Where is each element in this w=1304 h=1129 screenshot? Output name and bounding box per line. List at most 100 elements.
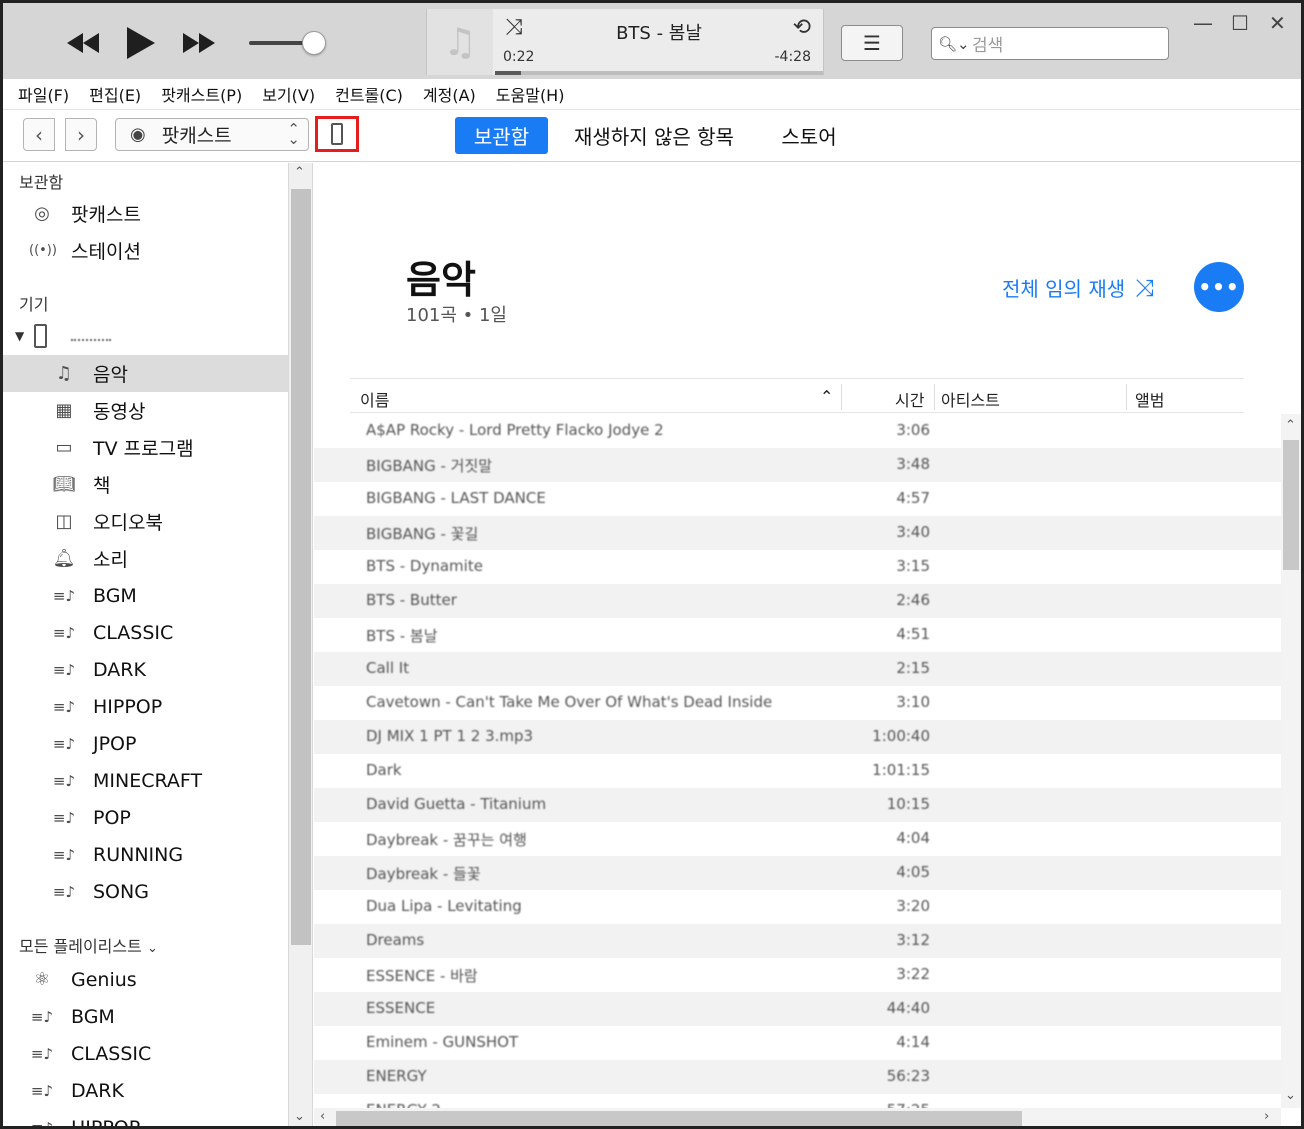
scroll-up-icon[interactable]: ⌃ [294,165,305,180]
rewind-button[interactable] [61,25,105,61]
sidebar-item-bgm[interactable]: ≡♪ BGM [3,998,288,1035]
table-row[interactable]: Dua Lipa - Levitating 3:20 [314,890,1281,924]
sidebar-item-song[interactable]: ≡♪ SONG [3,873,288,910]
track-list-scrollbar[interactable]: ⌃ ⌄ [1281,414,1301,1108]
sidebar-item-음악[interactable]: ♫ 음악 [3,355,288,392]
progress-fill [495,71,522,75]
sidebar-item-label: DARK [93,658,146,681]
tab-library[interactable]: 보관함 [455,117,548,154]
tab-store[interactable]: 스토어 [771,117,847,154]
table-row[interactable]: Call It 2:15 [314,652,1281,686]
table-row[interactable]: BIGBANG - LAST DANCE 4:57 [314,482,1281,516]
device-button[interactable] [315,116,359,152]
sidebar-item-classic[interactable]: ≡♪ CLASSIC [3,614,288,651]
table-row[interactable]: Daybreak - 들꽃 4:05 [314,856,1281,890]
search-placeholder: 검색 [972,36,1004,56]
table-row[interactable]: DJ MIX 1 PT 1 2 3.mp3 1:00:40 [314,720,1281,754]
table-row[interactable]: A$AP Rocky - Lord Pretty Flacko Jodye 2 3… [314,414,1281,448]
forward-button[interactable]: › [65,118,97,151]
play-button[interactable] [119,21,163,65]
menu-help[interactable]: 도움말(H) [496,82,565,106]
table-row[interactable]: BTS - Butter 2:46 [314,584,1281,618]
device-row[interactable]: ▼ [3,317,288,354]
sidebar-item-hippop[interactable]: ≡♪ HIPPOP [3,688,288,725]
shuffle-all-button[interactable]: 전체 임의 재생 ⤨ [1002,273,1154,302]
progress-bar[interactable] [495,71,823,75]
scroll-left-icon[interactable]: ‹ [320,1109,325,1124]
scroll-right-icon[interactable]: › [1264,1109,1269,1124]
remaining-time: -4:28 [774,49,812,65]
table-row[interactable]: David Guetta - Titanium 10:15 [314,788,1281,822]
tab-unplayed[interactable]: 재생하지 않은 항목 [561,117,747,154]
column-header-time[interactable]: 시간 [895,387,924,411]
horizontal-scrollbar[interactable]: ‹ › [314,1108,1281,1126]
column-header-name[interactable]: 이름 [360,387,389,411]
sidebar-item-소리[interactable]: 🔔︎ 소리 [3,540,288,577]
minimize-icon[interactable]: — [1193,11,1213,35]
scroll-down-icon[interactable]: ⌄ [1285,1088,1296,1103]
sidebar-item-bgm[interactable]: ≡♪ BGM [3,577,288,614]
sidebar-item-jpop[interactable]: ≡♪ JPOP [3,725,288,762]
sidebar-header-playlists[interactable]: 모든 플레이리스트 ⌄ [19,933,158,957]
main-content: 음악 101곡 • 1일 전체 임의 재생 ⤨ ••• 이름 ⌃ 시간 아티스트… [314,163,1301,1126]
more-options-button[interactable]: ••• [1194,262,1244,312]
column-header-album[interactable]: 앨범 [1135,387,1164,411]
sidebar-item-minecraft[interactable]: ≡♪ MINECRAFT [3,762,288,799]
track-name: Dark [366,761,402,779]
sidebar-item-tv-프로그램[interactable]: ▭ TV 프로그램 [3,429,288,466]
sort-ascending-icon[interactable]: ⌃ [820,387,833,406]
sidebar-item-책[interactable]: 📖︎ 책 [3,466,288,503]
sidebar-item-dark[interactable]: ≡♪ DARK [3,1072,288,1109]
track-name: Daybreak - 들꽃 [366,865,481,883]
track-list-scroll-thumb[interactable] [1283,440,1299,570]
table-row[interactable]: Dark 1:01:15 [314,754,1281,788]
sidebar-item-classic[interactable]: ≡♪ CLASSIC [3,1035,288,1072]
repeat-icon[interactable]: ⟲ [793,15,811,40]
table-row[interactable]: BTS - 봄날 4:51 [314,618,1281,652]
sidebar-item-stations[interactable]: ((•)) 스테이션 [3,232,288,269]
menu-file[interactable]: 파일(F) [18,82,69,106]
fast-forward-button[interactable] [177,25,221,61]
up-next-button[interactable]: ☰ [841,25,903,61]
table-row[interactable]: Eminem - GUNSHOT 4:14 [314,1026,1281,1060]
close-icon[interactable]: ✕ [1269,11,1286,35]
back-button[interactable]: ‹ [23,118,55,151]
table-row[interactable]: Daybreak - 꿈꾸는 여행 4:04 [314,822,1281,856]
column-header-artist[interactable]: 아티스트 [941,387,1000,411]
menu-podcast[interactable]: 팟캐스트(P) [161,82,242,106]
navigation-bar: ‹ › ◉ 팟캐스트 ⌃ ⌄ 보관함 재생하지 않은 항목 스토어 [3,110,1301,162]
column-divider [1126,384,1127,410]
table-row[interactable]: BTS - Dynamite 3:15 [314,550,1281,584]
table-row[interactable]: BIGBANG - 꽃길 3:40 [314,516,1281,550]
maximize-icon[interactable]: ☐ [1231,11,1249,35]
menu-account[interactable]: 계정(A) [423,82,476,106]
scroll-down-icon[interactable]: ⌄ [294,1109,305,1124]
table-row[interactable]: ESSENCE 44:40 [314,992,1281,1026]
menu-view[interactable]: 보기(V) [262,82,315,106]
sidebar-scrollbar[interactable]: ⌃ ⌄ [289,163,313,1126]
media-kind-select[interactable]: ◉ 팟캐스트 ⌃ ⌄ [115,118,309,151]
menu-controls[interactable]: 컨트롤(C) [335,82,403,106]
sidebar-item-genius[interactable]: ⚛ Genius [3,961,288,998]
horizontal-scroll-thumb[interactable] [336,1111,1022,1126]
table-row[interactable]: Cavetown - Can't Take Me Over Of What's … [314,686,1281,720]
sidebar-item-동영상[interactable]: ▦ 동영상 [3,392,288,429]
track-time: 4:14 [896,1033,930,1051]
search-field[interactable]: 🔍︎⌄ 검색 [931,27,1169,60]
track-name: BIGBANG - LAST DANCE [366,489,546,507]
table-row[interactable]: ENERGY 56:23 [314,1060,1281,1094]
sidebar-item-pop[interactable]: ≡♪ POP [3,799,288,836]
sidebar-item-dark[interactable]: ≡♪ DARK [3,651,288,688]
sidebar-item-hippop[interactable]: ≡♪ HIPPOP [3,1109,288,1127]
sidebar-item-오디오북[interactable]: ◫ 오디오북 [3,503,288,540]
menu-edit[interactable]: 편집(E) [89,82,141,106]
scroll-up-icon[interactable]: ⌃ [1285,418,1296,433]
volume-slider-knob[interactable] [302,31,326,55]
table-row[interactable]: Dreams 3:12 [314,924,1281,958]
table-row[interactable]: ESSENCE - 바람 3:22 [314,958,1281,992]
sidebar-scroll-thumb[interactable] [291,189,311,945]
table-row[interactable]: BIGBANG - 거짓말 3:48 [314,448,1281,482]
sidebar-item-running[interactable]: ≡♪ RUNNING [3,836,288,873]
chevron-right-icon: › [77,122,85,147]
sidebar-item-podcasts[interactable]: ◎ 팟캐스트 [3,195,288,232]
